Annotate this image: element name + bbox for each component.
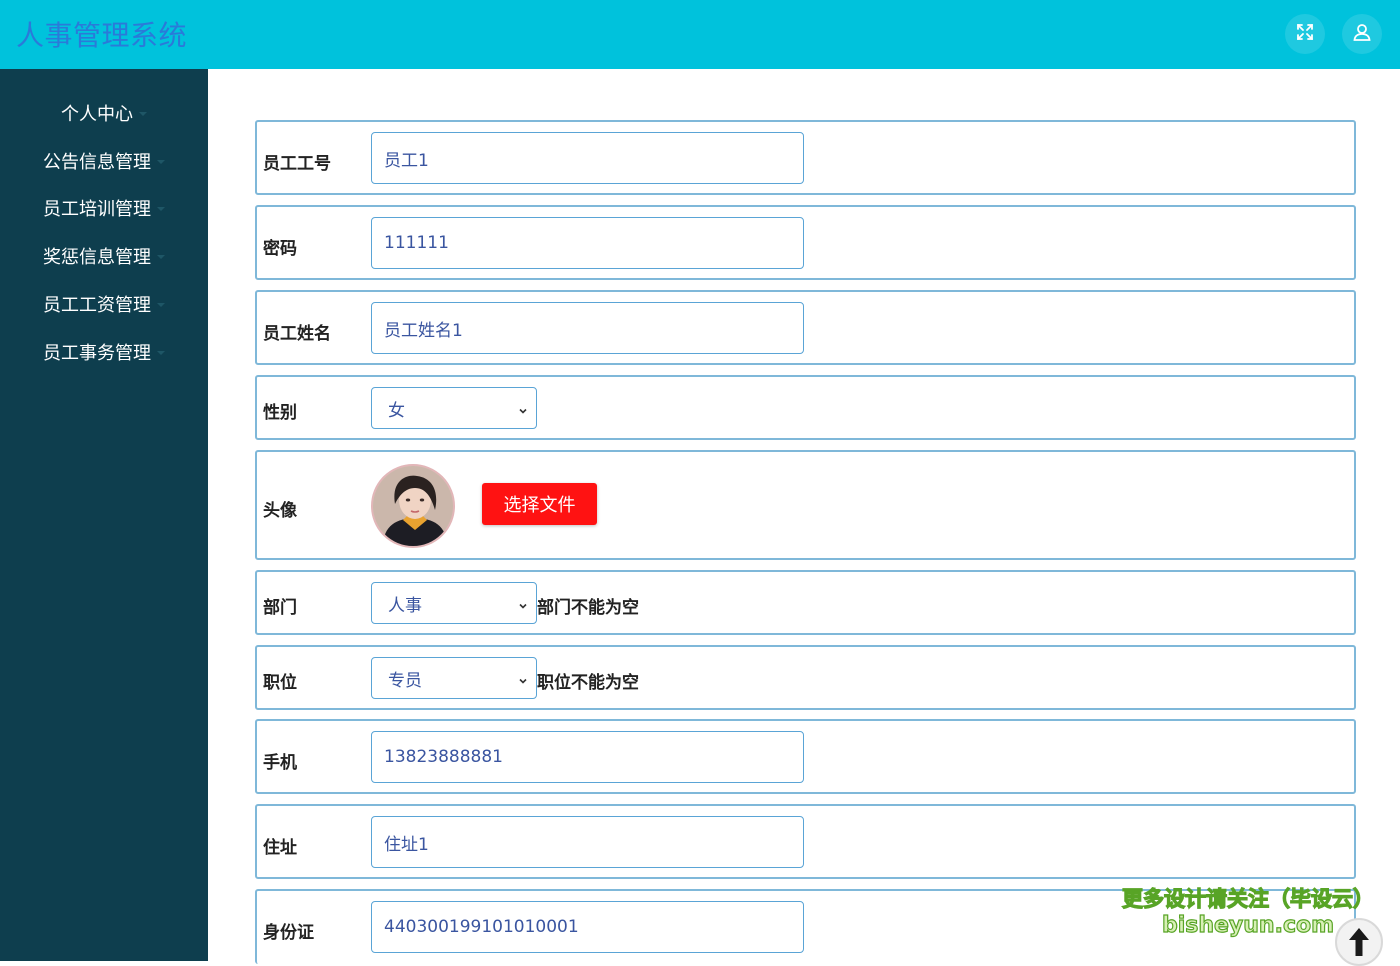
caret-down-icon bbox=[157, 160, 165, 164]
sidebar-item-label: 奖惩信息管理 bbox=[43, 247, 151, 268]
caret-down-icon bbox=[157, 255, 165, 259]
department-select[interactable]: 人事 bbox=[371, 582, 537, 624]
chevron-down-icon bbox=[518, 401, 528, 421]
expand-arrows-icon bbox=[1296, 23, 1314, 45]
user-menu-button[interactable] bbox=[1342, 14, 1382, 54]
sidebar-item-rewards-management[interactable]: 奖惩信息管理 bbox=[0, 236, 208, 276]
address-input[interactable]: 住址1 bbox=[371, 816, 804, 868]
gender-select[interactable]: 女 bbox=[371, 387, 537, 429]
form-row-gender: 性别 女 bbox=[255, 375, 1356, 440]
sidebar-item-notice-management[interactable]: 公告信息管理 bbox=[0, 141, 208, 181]
sidebar-item-affairs-management[interactable]: 员工事务管理 bbox=[0, 332, 208, 372]
form-row-employee-id: 员工工号 员工1 bbox=[255, 120, 1356, 195]
chevron-down-icon bbox=[518, 596, 528, 616]
sidebar-item-label: 员工事务管理 bbox=[43, 343, 151, 364]
phone-label: 手机 bbox=[263, 753, 297, 773]
department-select-value: 人事 bbox=[388, 595, 422, 616]
position-select[interactable]: 专员 bbox=[371, 657, 537, 699]
department-label: 部门 bbox=[263, 598, 297, 618]
form-row-position: 职位 专员 职位不能为空 bbox=[255, 645, 1356, 710]
id-card-label: 身份证 bbox=[263, 923, 314, 943]
employee-id-input[interactable]: 员工1 bbox=[371, 132, 804, 184]
sidebar-item-label: 员工工资管理 bbox=[43, 295, 151, 316]
position-select-value: 专员 bbox=[388, 670, 422, 691]
form-row-password: 密码 111111 bbox=[255, 205, 1356, 280]
caret-down-icon bbox=[157, 303, 165, 307]
form-row-department: 部门 人事 部门不能为空 bbox=[255, 570, 1356, 635]
address-label: 住址 bbox=[263, 838, 297, 858]
sidebar-item-training-management[interactable]: 员工培训管理 bbox=[0, 188, 208, 228]
employee-name-input[interactable]: 员工姓名1 bbox=[371, 302, 804, 354]
sidebar-item-label: 公告信息管理 bbox=[43, 152, 151, 173]
id-card-input[interactable]: 440300199101010001 bbox=[371, 901, 804, 953]
position-error-message: 职位不能为空 bbox=[537, 673, 639, 693]
sidebar-item-salary-management[interactable]: 员工工资管理 bbox=[0, 284, 208, 324]
sidebar: 个人中心 公告信息管理 员工培训管理 奖惩信息管理 员工工资管理 员工事务管理 bbox=[0, 69, 208, 961]
choose-file-button[interactable]: 选择文件 bbox=[482, 483, 597, 525]
form-row-address: 住址 住址1 bbox=[255, 804, 1356, 879]
user-icon bbox=[1352, 22, 1372, 46]
watermark-line1: 更多设计请关注（毕设云） bbox=[1121, 886, 1374, 911]
chevron-down-icon bbox=[518, 671, 528, 691]
password-label: 密码 bbox=[263, 239, 297, 259]
form-row-avatar: 头像 选择文件 bbox=[255, 450, 1356, 560]
avatar-image bbox=[371, 464, 455, 548]
sidebar-item-label: 员工培训管理 bbox=[43, 199, 151, 220]
fullscreen-button[interactable] bbox=[1285, 14, 1325, 54]
phone-input[interactable]: 13823888881 bbox=[371, 731, 804, 783]
sidebar-item-label: 个人中心 bbox=[61, 104, 133, 125]
top-header: 人事管理系统 bbox=[0, 0, 1400, 69]
position-label: 职位 bbox=[263, 673, 297, 693]
sidebar-item-personal-center[interactable]: 个人中心 bbox=[0, 93, 208, 133]
caret-down-icon bbox=[157, 207, 165, 211]
form-row-phone: 手机 13823888881 bbox=[255, 719, 1356, 794]
app-title: 人事管理系统 bbox=[16, 19, 188, 52]
employee-name-label: 员工姓名 bbox=[263, 324, 331, 344]
department-error-message: 部门不能为空 bbox=[537, 598, 639, 618]
gender-label: 性别 bbox=[263, 403, 297, 423]
password-input[interactable]: 111111 bbox=[371, 217, 804, 269]
caret-down-icon bbox=[139, 112, 147, 116]
form-row-employee-name: 员工姓名 员工姓名1 bbox=[255, 290, 1356, 365]
scroll-to-top-button[interactable] bbox=[1335, 918, 1383, 966]
gender-select-value: 女 bbox=[388, 400, 405, 421]
arrow-up-icon bbox=[1348, 926, 1370, 960]
caret-down-icon bbox=[157, 351, 165, 355]
avatar-label: 头像 bbox=[263, 501, 297, 521]
employee-id-label: 员工工号 bbox=[263, 154, 331, 174]
